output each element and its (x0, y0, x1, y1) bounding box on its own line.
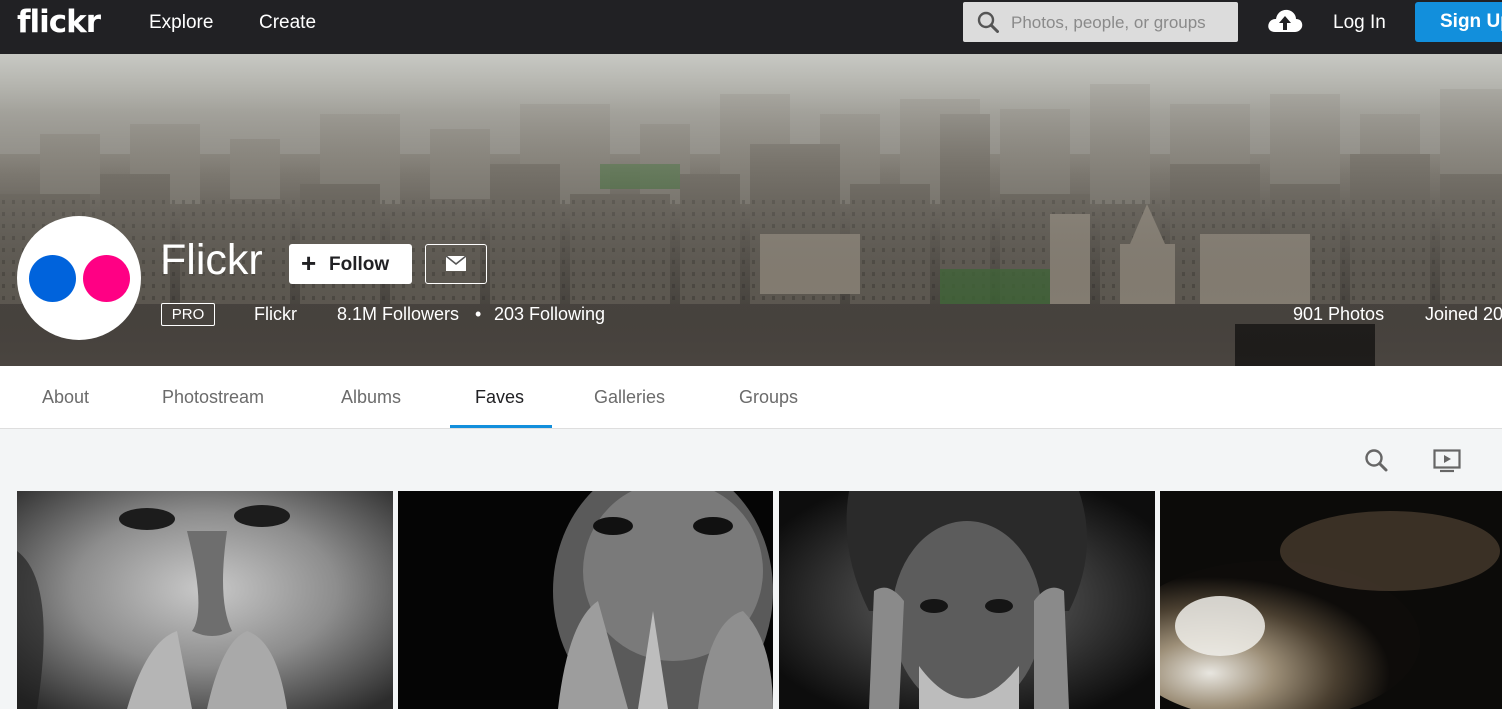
fave-photo-2[interactable] (398, 491, 773, 709)
tab-groups[interactable]: Groups (739, 387, 798, 408)
follow-button[interactable]: + Follow (289, 244, 412, 284)
nav-explore-link[interactable]: Explore (149, 12, 213, 34)
photos-count: 901 Photos (1293, 304, 1385, 324)
login-link[interactable]: Log In (1333, 12, 1386, 34)
active-tab-indicator (450, 425, 552, 428)
top-nav-bar: flickr Explore Create Log In Sign Up (0, 0, 1502, 54)
tab-galleries[interactable]: Galleries (594, 387, 665, 408)
fave-photo-4[interactable] (1160, 491, 1502, 709)
avatar-blue-dot (29, 255, 76, 302)
tab-albums[interactable]: Albums (341, 387, 401, 408)
profile-cover: Flickr + Follow PRO Flickr 8.1M Follower… (0, 54, 1502, 366)
signup-button[interactable]: Sign Up (1415, 2, 1502, 42)
message-button[interactable] (425, 244, 487, 284)
profile-username: Flickr (254, 304, 297, 324)
joined-date: Joined 2004 (1425, 304, 1502, 324)
fave-photo-3[interactable] (779, 491, 1155, 709)
following-count[interactable]: 203 Following (494, 304, 605, 325)
upload-cloud-icon[interactable] (1266, 6, 1304, 41)
mail-icon (446, 256, 466, 271)
search-faves-icon[interactable] (1364, 448, 1390, 474)
cover-cityscape-image (0, 54, 1502, 366)
tab-about[interactable]: About (42, 387, 89, 408)
flickr-logo[interactable]: flickr (17, 4, 101, 40)
meta-separator: • (475, 304, 482, 324)
tab-faves[interactable]: Faves (475, 387, 524, 408)
nav-create-link[interactable]: Create (259, 12, 316, 34)
search-input[interactable] (1009, 10, 1233, 36)
pro-badge: PRO (161, 303, 215, 326)
followers-count[interactable]: 8.1M Followers (337, 304, 459, 325)
follow-label: Follow (329, 254, 390, 275)
search-icon (977, 11, 999, 33)
plus-icon: + (301, 248, 317, 278)
slideshow-icon[interactable] (1433, 449, 1461, 473)
avatar-pink-dot (83, 255, 130, 302)
profile-subnav: About Photostream Albums Faves Galleries… (0, 366, 1502, 429)
tab-photostream[interactable]: Photostream (162, 387, 264, 408)
search-box (963, 2, 1238, 42)
profile-name: Flickr (160, 236, 263, 284)
avatar[interactable] (17, 216, 141, 340)
fave-photo-1[interactable] (17, 491, 393, 709)
